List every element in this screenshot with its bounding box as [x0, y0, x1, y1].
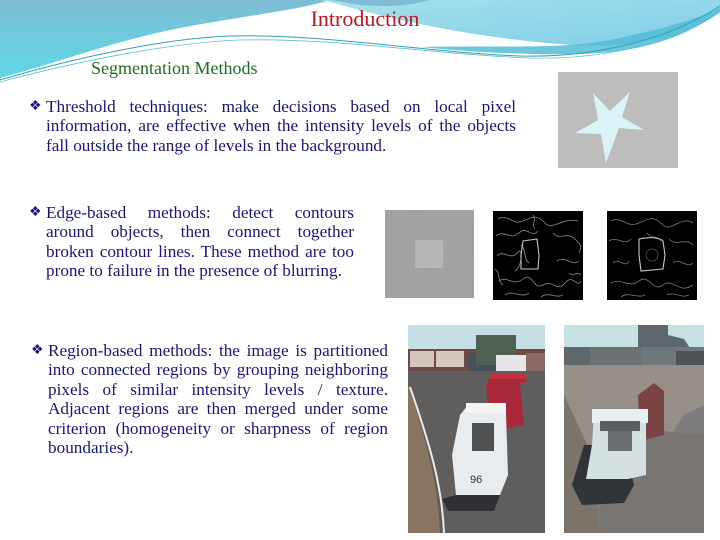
bullet-text: Threshold techniques: make decisions bas…: [46, 97, 516, 155]
bullet-text: Edge-based methods: detect contours arou…: [46, 203, 354, 281]
bullet-edge-based-methods: ❖ Edge-based methods: detect contours ar…: [29, 203, 354, 281]
race-car-photo: 96: [408, 325, 545, 533]
edge-map-1: [493, 211, 583, 300]
bullet-diamond-icon: ❖: [29, 99, 42, 114]
slide-title: Introduction: [310, 6, 420, 31]
edge-map-2: [607, 211, 697, 300]
threshold-star-image: [558, 72, 678, 168]
bullet-region-based-methods: ❖ Region-based methods: the image is par…: [31, 341, 388, 458]
noisy-square-image: [385, 210, 474, 298]
car-number: 96: [470, 474, 482, 486]
region-segmentation-result: [564, 325, 704, 533]
slide-subtitle: Segmentation Methods: [91, 58, 258, 78]
bullet-diamond-icon: ❖: [31, 343, 44, 358]
star-shape: [575, 92, 644, 163]
castrol-banner: [496, 355, 526, 371]
bullet-text: Region-based methods: the image is parti…: [48, 341, 388, 458]
bullet-diamond-icon: ❖: [29, 205, 42, 220]
bullet-threshold-techniques: ❖ Threshold techniques: make decisions b…: [29, 97, 516, 155]
